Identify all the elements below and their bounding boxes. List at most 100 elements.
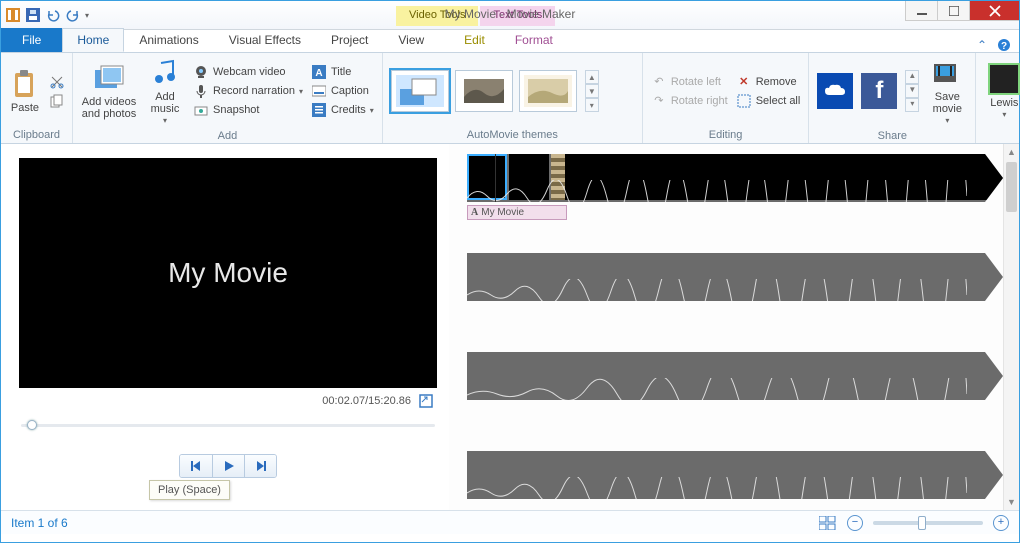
scroll-down-icon[interactable]: ▼ (1004, 494, 1019, 510)
share-gallery-more[interactable]: ▾ (905, 98, 919, 112)
group-label-share: Share (809, 130, 975, 144)
avatar (988, 63, 1020, 95)
minimize-button[interactable] (905, 1, 937, 21)
scroll-thumb[interactable] (1006, 162, 1017, 212)
group-add: Add videos and photos Add music ▾ Webcam… (73, 53, 383, 143)
maximize-button[interactable] (937, 1, 969, 21)
fullscreen-icon[interactable] (419, 394, 433, 408)
onedrive-icon (823, 83, 847, 99)
group-label-editing: Editing (643, 129, 809, 143)
preview-title-text: My Movie (168, 257, 288, 289)
share-gallery-up[interactable]: ▲ (905, 70, 919, 84)
group-account: Lewis▾ (976, 53, 1020, 143)
redo-icon[interactable] (65, 7, 81, 23)
account-button[interactable]: Lewis▾ (984, 63, 1020, 120)
select-all-icon (736, 93, 752, 109)
rotate-right-button[interactable]: ↷Rotate right (651, 93, 728, 109)
facebook-icon: f (875, 77, 883, 105)
snapshot-button[interactable]: Snapshot (193, 102, 303, 118)
group-label-add: Add (73, 130, 382, 144)
status-bar: Item 1 of 6 − + (1, 510, 1019, 534)
contextual-tab-headers: Video Tools Text Tools (396, 6, 555, 26)
waveform (467, 180, 967, 202)
vertical-scrollbar[interactable]: ▲ ▼ (1003, 144, 1019, 510)
waveform (467, 378, 967, 400)
onedrive-button[interactable] (817, 73, 853, 109)
seek-thumb[interactable] (27, 420, 37, 430)
music-icon (149, 57, 181, 89)
theme-thumb-3[interactable] (519, 70, 577, 112)
timeline-track[interactable] (467, 154, 1003, 202)
webcam-icon (193, 64, 209, 80)
rotate-left-button[interactable]: ↶Rotate left (651, 74, 728, 90)
remove-button[interactable]: ✕Remove (736, 74, 801, 90)
scroll-up-icon[interactable]: ▲ (1004, 144, 1019, 160)
save-movie-button[interactable]: Save movie▾ (927, 57, 967, 126)
themes-gallery[interactable] (391, 70, 577, 112)
title-clip[interactable]: AMy Movie (467, 205, 567, 220)
close-button[interactable] (969, 1, 1019, 21)
timeline-pane[interactable]: AMy Movie ▲ ▼ (449, 144, 1019, 510)
group-editing: ↶Rotate left ↷Rotate right ✕Remove Selec… (643, 53, 810, 143)
tab-format[interactable]: Format (500, 28, 568, 52)
play-tooltip: Play (Space) (149, 480, 230, 500)
preview-video[interactable]: My Movie (19, 158, 437, 388)
waveform (467, 279, 967, 301)
title-button[interactable]: ATitle (311, 64, 374, 80)
zoom-in-button[interactable]: + (993, 515, 1009, 531)
tab-file[interactable]: File (1, 28, 62, 52)
theme-thumb-1[interactable] (391, 70, 449, 112)
collapse-ribbon-icon[interactable]: ⌃ (977, 38, 987, 52)
add-videos-button[interactable]: Add videos and photos (81, 62, 137, 120)
mic-icon (193, 83, 209, 99)
gallery-more-icon[interactable]: ▾ (585, 98, 599, 112)
theme-thumb-2[interactable] (455, 70, 513, 112)
timeline-track[interactable] (467, 253, 1003, 301)
share-gallery-down[interactable]: ▼ (905, 84, 919, 98)
timeline-track[interactable] (467, 352, 1003, 400)
undo-icon[interactable] (45, 7, 61, 23)
waveform (467, 477, 967, 499)
thumbnail-view-icon[interactable] (819, 516, 837, 530)
facebook-button[interactable]: f (861, 73, 897, 109)
add-videos-icon (93, 62, 125, 94)
add-music-button[interactable]: Add music ▾ (145, 57, 185, 126)
cut-icon[interactable] (49, 74, 65, 90)
playhead[interactable] (495, 150, 496, 206)
next-frame-button[interactable] (244, 455, 276, 477)
qat-customize-icon[interactable]: ▾ (85, 11, 89, 20)
tab-edit[interactable]: Edit (449, 28, 500, 52)
caption-button[interactable]: Caption (311, 83, 374, 99)
caption-icon (311, 83, 327, 99)
prev-frame-button[interactable] (180, 455, 212, 477)
webcam-video-button[interactable]: Webcam video (193, 64, 303, 80)
save-icon[interactable] (25, 7, 41, 23)
tab-animations[interactable]: Animations (124, 28, 213, 52)
copy-icon[interactable] (49, 93, 65, 109)
video-tools-header: Video Tools (396, 6, 478, 26)
remove-icon: ✕ (736, 74, 752, 90)
title-icon: A (311, 64, 327, 80)
save-movie-icon (931, 57, 963, 89)
tab-project[interactable]: Project (316, 28, 383, 52)
tab-visual-effects[interactable]: Visual Effects (214, 28, 316, 52)
gallery-down-icon[interactable]: ▼ (585, 84, 599, 98)
timeline-track[interactable] (467, 451, 1003, 499)
credits-button[interactable]: Credits ▾ (311, 102, 374, 118)
seek-slider[interactable] (21, 418, 435, 432)
quick-access-toolbar: ▾ (1, 7, 89, 23)
help-icon[interactable]: ? (997, 38, 1011, 52)
text-tools-header: Text Tools (480, 6, 555, 26)
select-all-button[interactable]: Select all (736, 93, 801, 109)
gallery-up-icon[interactable]: ▲ (585, 70, 599, 84)
zoom-slider[interactable] (873, 521, 983, 525)
zoom-out-button[interactable]: − (847, 515, 863, 531)
paste-button[interactable]: Paste (9, 68, 41, 114)
play-button[interactable] (212, 455, 244, 477)
record-narration-button[interactable]: Record narration ▾ (193, 83, 303, 99)
tab-home[interactable]: Home (62, 28, 124, 52)
svg-text:A: A (315, 68, 322, 79)
titlebar: ▾ Video Tools Text Tools My Movie - Movi… (1, 1, 1019, 30)
tab-view[interactable]: View (383, 28, 439, 52)
zoom-thumb[interactable] (918, 516, 926, 530)
